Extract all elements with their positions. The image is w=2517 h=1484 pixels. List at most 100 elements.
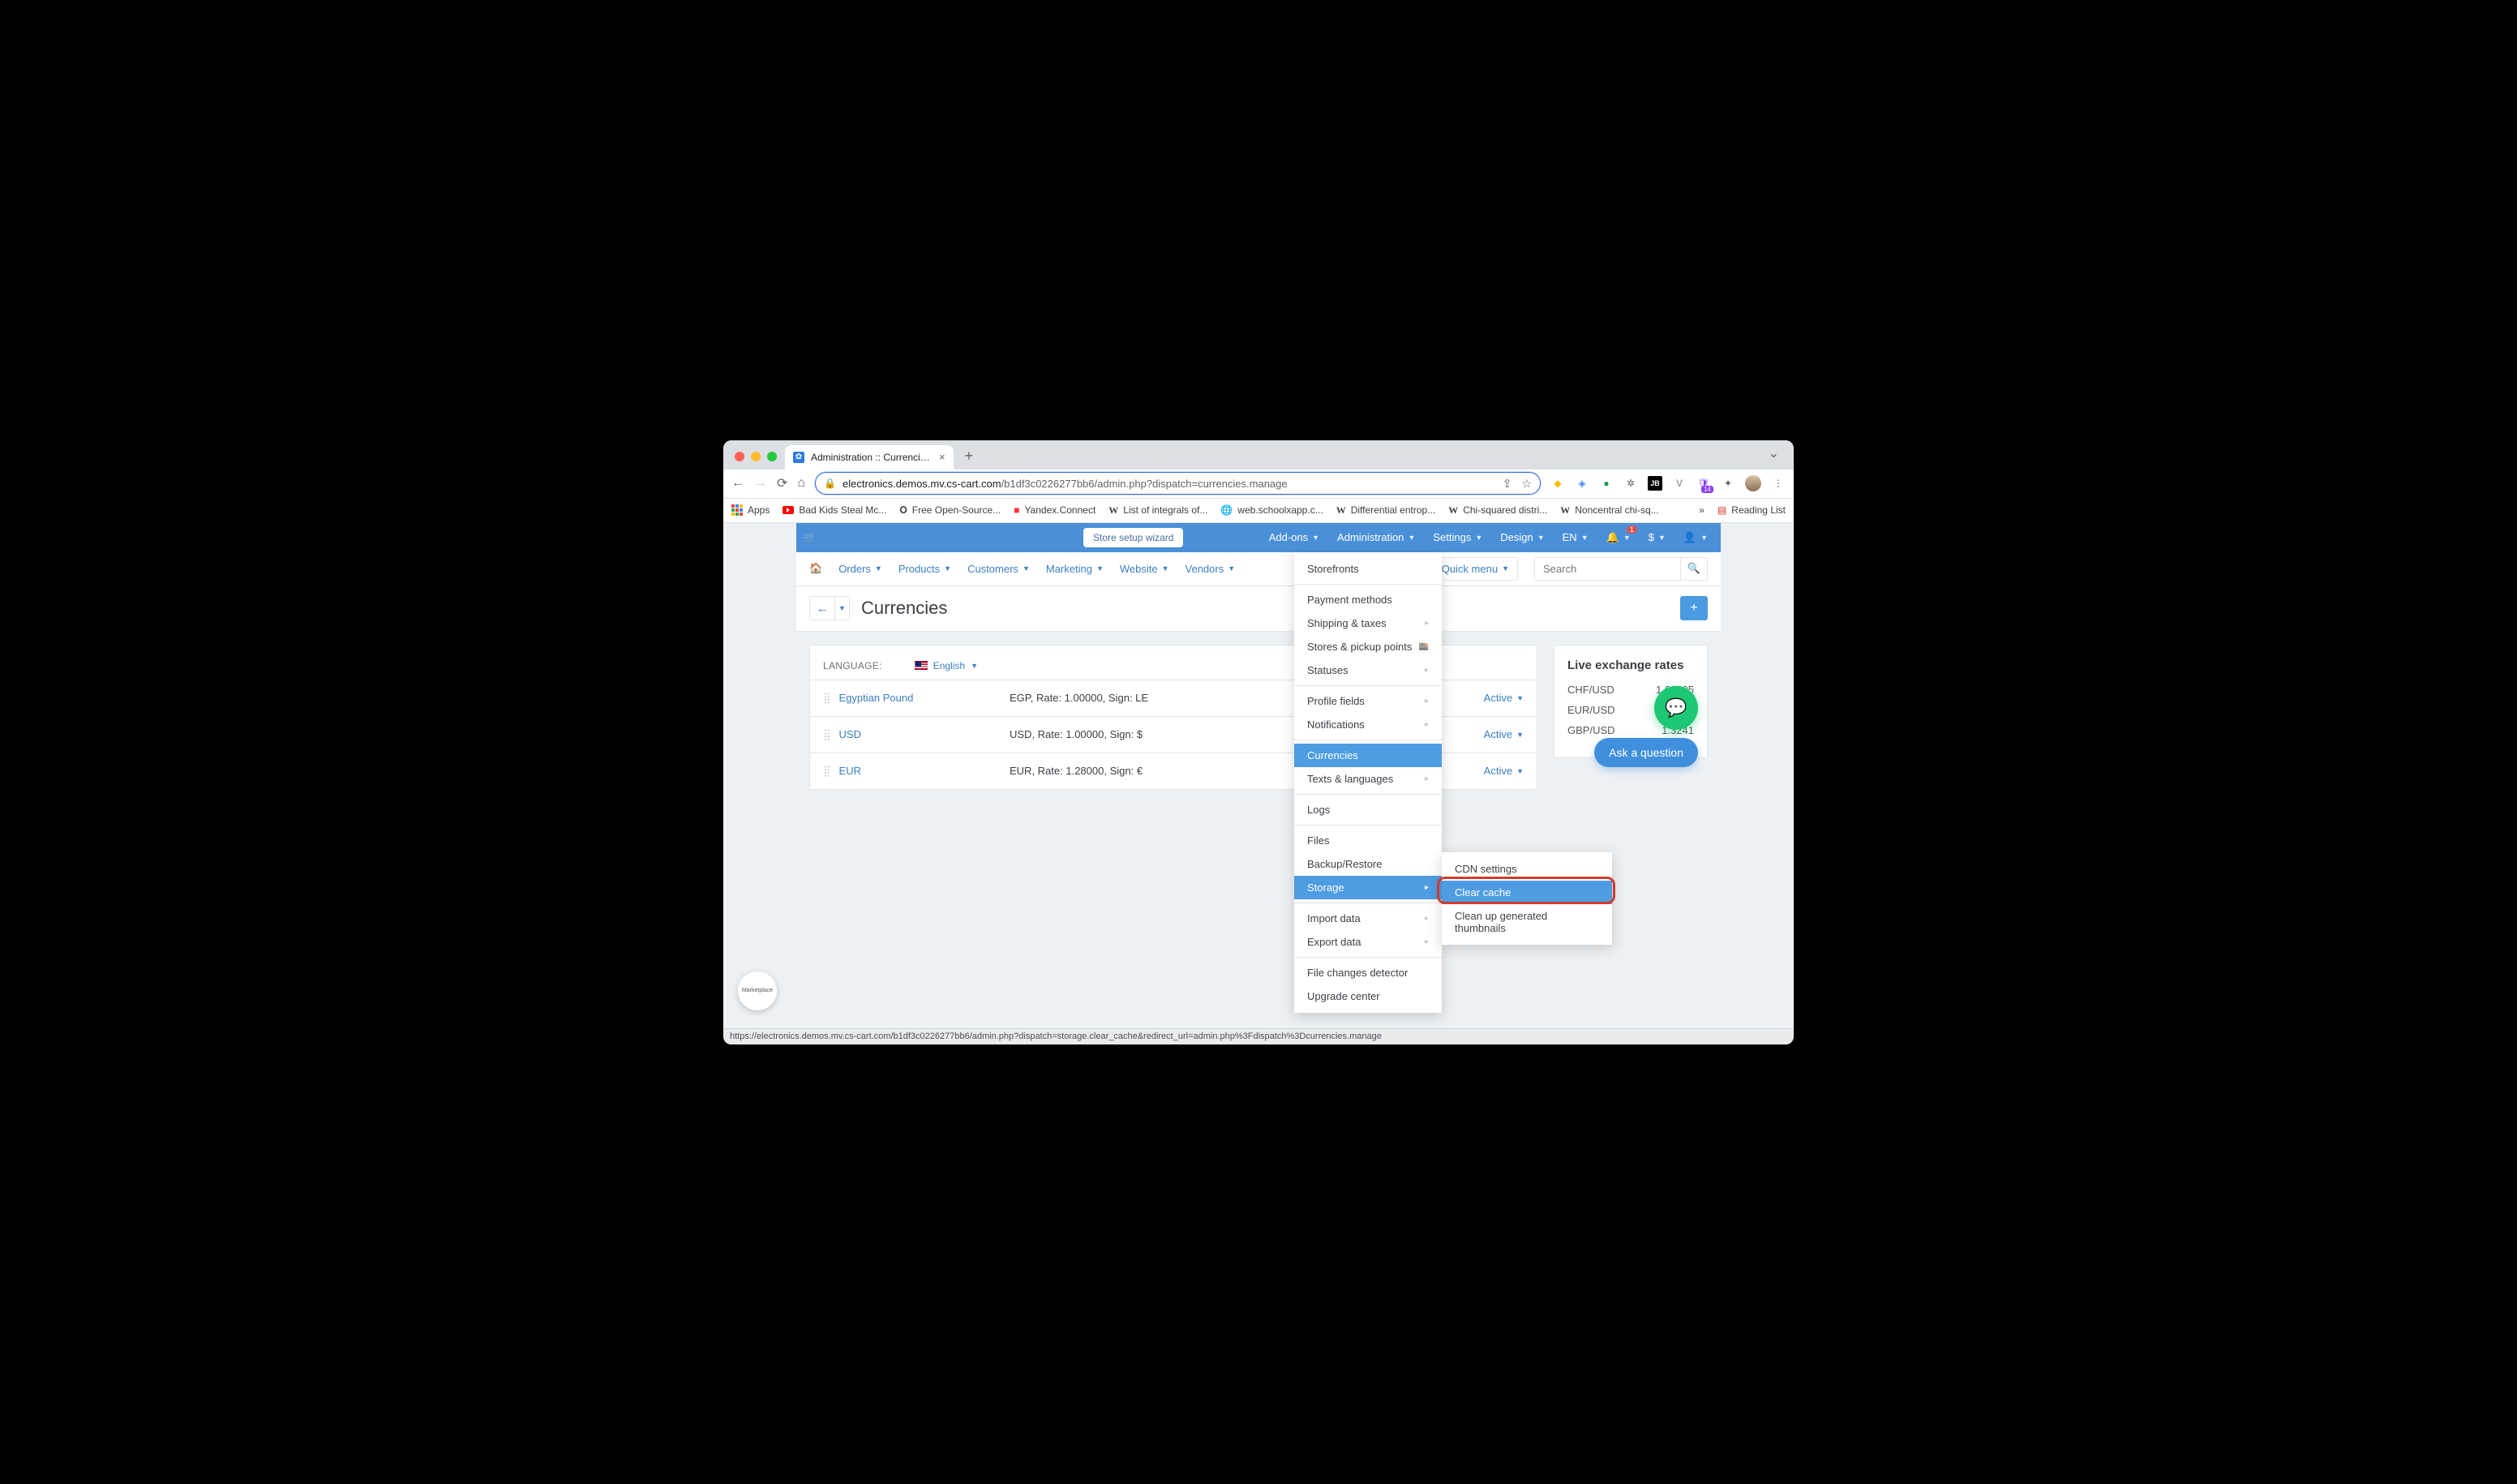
browser-tab[interactable]: ✿ Administration :: Currencies - A × xyxy=(785,445,954,470)
ask-question-button[interactable]: Ask a question xyxy=(1594,738,1698,767)
language-label: LANGUAGE: xyxy=(823,660,882,671)
add-button[interactable]: + xyxy=(1680,596,1708,620)
nav-vendors[interactable]: Vendors▼ xyxy=(1186,563,1236,575)
menu-item-filechanges[interactable]: File changes detector xyxy=(1294,961,1442,984)
ext-drive-icon[interactable]: ◆ xyxy=(1550,476,1565,491)
back-button[interactable]: ← xyxy=(809,596,835,620)
menu-addons[interactable]: Add-ons▼ xyxy=(1269,531,1319,543)
ext-gear-icon[interactable]: ✲ xyxy=(1623,476,1638,491)
status-dropdown[interactable]: Active▼ xyxy=(1469,728,1524,740)
search-group: 🔍 xyxy=(1534,557,1708,581)
notifications-button[interactable]: 🔔▼ 1 xyxy=(1606,531,1631,544)
menu-item-statuses[interactable]: Statuses▸ xyxy=(1294,658,1442,682)
drag-handle-icon[interactable]: ⣿ xyxy=(823,765,830,777)
bookmark-chi[interactable]: WChi-squared distri... xyxy=(1448,504,1547,517)
menu-item-stores[interactable]: Stores & pickup points🏬 xyxy=(1294,635,1442,658)
reading-list[interactable]: ▤Reading List xyxy=(1717,504,1786,516)
nav-orders[interactable]: Orders▼ xyxy=(838,563,882,575)
bookmark-yandex[interactable]: ■Yandex.Connect xyxy=(1014,504,1096,516)
menu-item-files[interactable]: Files xyxy=(1294,829,1442,852)
submenu-clear-cache[interactable]: Clear cache xyxy=(1442,881,1612,904)
ext-puzzle-icon[interactable]: ✦ xyxy=(1721,476,1735,491)
ext-jb-icon[interactable]: JB xyxy=(1648,476,1662,491)
share-icon[interactable]: ⇪ xyxy=(1503,477,1512,491)
currency-link[interactable]: USD xyxy=(839,728,861,740)
menu-item-notifications[interactable]: Notifications▸ xyxy=(1294,713,1442,736)
menu-design[interactable]: Design▼ xyxy=(1500,531,1544,543)
menu-administration[interactable]: Administration▼ xyxy=(1337,531,1415,543)
language-selector[interactable]: English▼ xyxy=(915,660,978,671)
menu-language[interactable]: EN▼ xyxy=(1563,531,1589,543)
menu-item-currencies[interactable]: Currencies xyxy=(1294,744,1442,767)
drag-handle-icon[interactable]: ⣿ xyxy=(823,692,830,704)
wikipedia-icon: W xyxy=(1560,504,1570,517)
menu-item-payment[interactable]: Payment methods xyxy=(1294,588,1442,611)
ext-shield-icon[interactable]: 🛡14 xyxy=(1696,476,1711,491)
menu-item-storefronts[interactable]: Storefronts xyxy=(1294,557,1442,581)
nav-marketing[interactable]: Marketing▼ xyxy=(1046,563,1104,575)
chat-bubble-button[interactable]: 💬 xyxy=(1654,686,1698,730)
close-window-icon[interactable] xyxy=(735,452,744,461)
bookmark-noncentral[interactable]: WNoncentral chi-sq... xyxy=(1560,504,1658,517)
tab-close-icon[interactable]: × xyxy=(939,451,945,463)
browser-titlebar: ✿ Administration :: Currencies - A × + ⌄ xyxy=(723,440,1794,470)
nav-home-icon[interactable]: ⌂ xyxy=(797,476,805,491)
bookmark-apps[interactable]: Apps xyxy=(731,504,770,516)
menu-item-logs[interactable]: Logs xyxy=(1294,798,1442,821)
menu-item-export[interactable]: Export data▸ xyxy=(1294,930,1442,954)
bookmark-entropy[interactable]: WDifferential entrop... xyxy=(1336,504,1436,517)
nav-customers[interactable]: Customers▼ xyxy=(967,563,1030,575)
ext-v-icon[interactable]: V xyxy=(1672,476,1687,491)
marketplace-badge[interactable]: Marketplace xyxy=(738,971,777,1010)
tabs-overflow-icon[interactable]: ⌄ xyxy=(1769,445,1779,461)
menu-item-storage[interactable]: Storage▸ xyxy=(1294,876,1442,899)
browser-menu-icon[interactable]: ⋮ xyxy=(1771,476,1786,491)
status-dropdown[interactable]: Active▼ xyxy=(1469,692,1524,704)
nav-reload-icon[interactable]: ⟳ xyxy=(777,475,787,491)
cart-icon[interactable]: 🛒 xyxy=(796,531,824,544)
minimize-window-icon[interactable] xyxy=(751,452,761,461)
menu-currency[interactable]: $▼ xyxy=(1649,531,1666,543)
menu-item-import[interactable]: Import data▸ xyxy=(1294,907,1442,930)
ext-grammarly-icon[interactable]: ● xyxy=(1599,476,1614,491)
search-input[interactable] xyxy=(1534,557,1680,581)
menu-item-profile[interactable]: Profile fields▸ xyxy=(1294,689,1442,713)
menu-settings[interactable]: Settings▼ xyxy=(1433,531,1482,543)
drag-handle-icon[interactable]: ⣿ xyxy=(823,728,830,740)
browser-status-bar: https://electronics.demos.mv.cs-cart.com… xyxy=(723,1028,1794,1044)
admin-topbar: 🛒 Store setup wizard Add-ons▼ Administra… xyxy=(796,523,1721,552)
bookmark-open[interactable]: 𝐎Free Open-Source... xyxy=(899,504,1001,517)
wikipedia-icon: W xyxy=(1448,504,1458,517)
bookmark-school[interactable]: 🌐web.schoolxapp.c... xyxy=(1220,504,1323,516)
new-tab-button[interactable]: + xyxy=(965,448,974,465)
nav-back-icon[interactable]: ← xyxy=(731,476,744,491)
submenu-cleanup[interactable]: Clean up generated thumbnails xyxy=(1442,904,1612,940)
submenu-cdn[interactable]: CDN settings xyxy=(1442,857,1612,881)
back-dropdown-button[interactable]: ▼ xyxy=(835,596,850,620)
nav-home[interactable]: 🏠 xyxy=(809,562,822,575)
profile-avatar-icon[interactable] xyxy=(1745,475,1761,491)
tab-title: Administration :: Currencies - A xyxy=(811,452,933,463)
bookmark-integrals[interactable]: WList of integrals of... xyxy=(1108,504,1207,517)
bookmarks-overflow[interactable]: » xyxy=(1699,504,1704,516)
status-dropdown[interactable]: Active▼ xyxy=(1469,765,1524,777)
nav-website[interactable]: Website▼ xyxy=(1120,563,1169,575)
menu-item-texts[interactable]: Texts & languages▸ xyxy=(1294,767,1442,791)
menu-user[interactable]: 👤▼ xyxy=(1683,531,1708,544)
ext-diamond-icon[interactable]: ◈ xyxy=(1575,476,1589,491)
menu-item-upgrade[interactable]: Upgrade center xyxy=(1294,984,1442,1008)
menu-item-backup[interactable]: Backup/Restore xyxy=(1294,852,1442,876)
menu-item-shipping[interactable]: Shipping & taxes▸ xyxy=(1294,611,1442,635)
bookmark-yt[interactable]: Bad Kids Steal Mc... xyxy=(783,504,886,516)
search-button[interactable]: 🔍 xyxy=(1680,557,1708,581)
currency-link[interactable]: Egyptian Pound xyxy=(839,692,914,704)
storage-submenu: CDN settings Clear cache Clean up genera… xyxy=(1442,852,1612,945)
bookmark-star-icon[interactable]: ☆ xyxy=(1521,477,1532,491)
plus-icon: + xyxy=(1690,601,1697,615)
address-bar[interactable]: 🔒 electronics.demos.mv.cs-cart.com/b1df3… xyxy=(815,472,1541,495)
store-setup-wizard-button[interactable]: Store setup wizard xyxy=(1083,528,1183,547)
quick-menu-button[interactable]: Quick menu▼ xyxy=(1433,557,1518,581)
maximize-window-icon[interactable] xyxy=(767,452,777,461)
currency-link[interactable]: EUR xyxy=(839,765,861,777)
nav-products[interactable]: Products▼ xyxy=(898,563,951,575)
